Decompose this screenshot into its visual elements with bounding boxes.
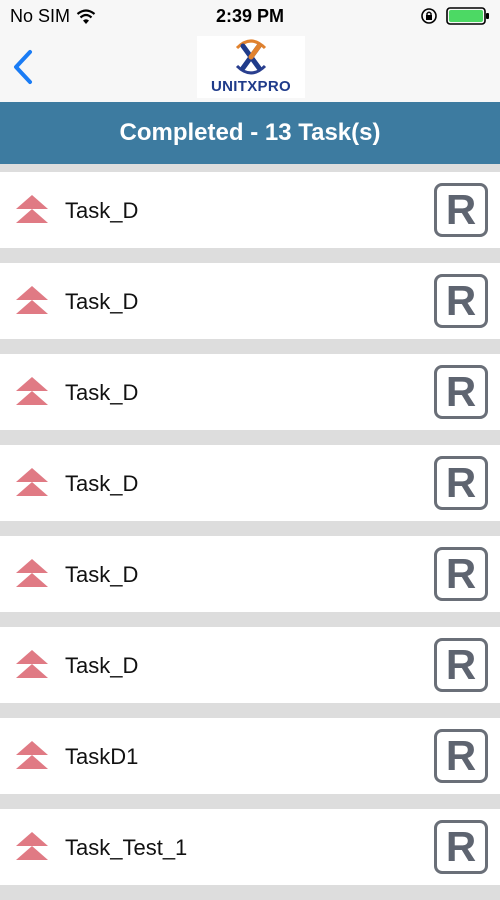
task-action-button[interactable]: R bbox=[434, 183, 488, 237]
app-logo: UNITXPRO bbox=[197, 36, 305, 98]
task-name: Task_D bbox=[65, 380, 139, 405]
task-name: Task_Test_1 bbox=[65, 835, 188, 860]
task-action-button[interactable]: R bbox=[434, 365, 488, 419]
task-row[interactable]: Task_D R bbox=[0, 445, 500, 521]
task-name: Task_D bbox=[65, 289, 139, 314]
task-name: TaskD1 bbox=[65, 744, 139, 769]
task-action-button[interactable]: R bbox=[434, 729, 488, 783]
task-action-button[interactable]: R bbox=[434, 456, 488, 510]
task-action-button[interactable]: R bbox=[434, 820, 488, 874]
task-row[interactable]: Task_D R bbox=[0, 627, 500, 703]
task-name: Task_D bbox=[65, 653, 139, 678]
task-action-button[interactable]: R bbox=[434, 547, 488, 601]
task-row[interactable]: TaskD1 R bbox=[0, 718, 500, 794]
double-chevron-up-icon bbox=[16, 650, 48, 678]
back-button[interactable] bbox=[10, 48, 40, 86]
page-title: Completed - 13 Task(s) bbox=[0, 102, 500, 164]
logo-mark bbox=[235, 39, 267, 75]
double-chevron-up-icon bbox=[16, 468, 48, 496]
rotation-lock-icon bbox=[421, 8, 437, 24]
task-list: Task_D R Task_D R Task_D R Task_D R Task_D R Task_… bbox=[0, 172, 500, 900]
task-row[interactable]: Task_D R bbox=[0, 172, 500, 248]
double-chevron-up-icon bbox=[16, 741, 48, 769]
double-chevron-up-icon bbox=[16, 286, 48, 314]
nav-bar: UNITXPRO bbox=[0, 32, 500, 102]
task-row[interactable]: Task_D R bbox=[0, 354, 500, 430]
task-action-button[interactable]: R bbox=[434, 274, 488, 328]
task-name: Task_D bbox=[65, 198, 139, 223]
chevron-left-icon bbox=[14, 50, 32, 84]
double-chevron-up-icon bbox=[16, 377, 48, 405]
double-chevron-up-icon bbox=[16, 195, 48, 223]
task-row[interactable]: Task_Test_1 R bbox=[0, 809, 500, 885]
task-name: Task_D bbox=[65, 471, 139, 496]
double-chevron-up-icon bbox=[16, 559, 48, 587]
task-name: Task_D bbox=[65, 562, 139, 587]
logo-text: UNITXPRO bbox=[211, 78, 291, 95]
double-chevron-up-icon bbox=[16, 832, 48, 860]
task-action-button[interactable]: R bbox=[434, 638, 488, 692]
status-bar: No SIM 2:39 PM bbox=[0, 0, 500, 32]
status-right bbox=[420, 6, 490, 26]
task-row[interactable]: Task_D R bbox=[0, 263, 500, 339]
battery-icon bbox=[446, 7, 489, 25]
task-row[interactable]: Task_D R bbox=[0, 536, 500, 612]
